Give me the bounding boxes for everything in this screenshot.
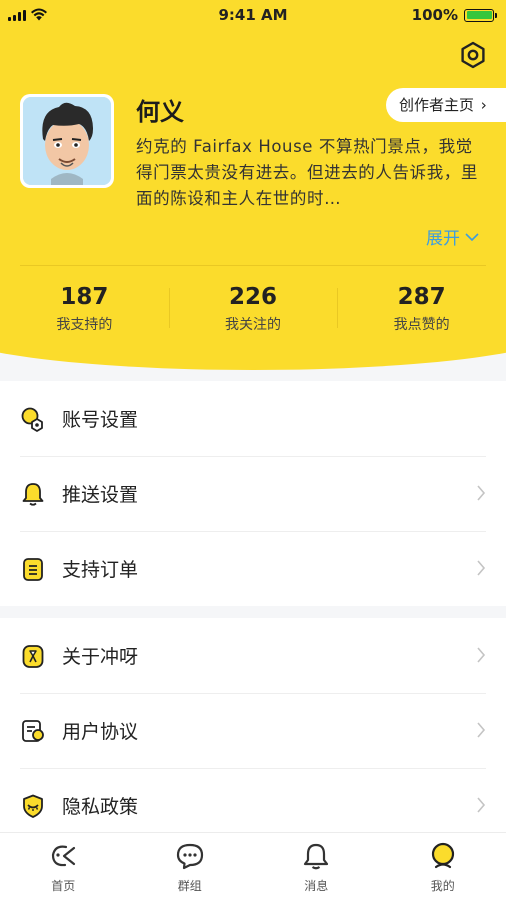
stats-row: 187 我支持的 226 我关注的 287 我点赞的 xyxy=(0,284,506,334)
menu-item-label: 关于冲呀 xyxy=(62,646,139,668)
menu-group-about: 关于冲呀 用户协议 隐私政策 xyxy=(0,618,506,843)
menu-item-label: 推送设置 xyxy=(62,484,139,506)
menu-item-account-settings[interactable]: 账号设置 xyxy=(0,381,506,456)
tab-messages[interactable]: 消息 xyxy=(253,833,380,900)
stat-following[interactable]: 226 我关注的 xyxy=(168,284,338,334)
stat-label: 我支持的 xyxy=(56,317,113,333)
menu-item-label: 用户协议 xyxy=(62,721,139,743)
tab-label: 我的 xyxy=(430,879,455,893)
stat-liked[interactable]: 287 我点赞的 xyxy=(337,284,506,334)
tab-home[interactable]: 首页 xyxy=(0,833,127,900)
chevron-right-icon xyxy=(477,797,486,813)
chevron-down-icon xyxy=(465,232,479,241)
about-icon xyxy=(22,644,44,668)
user-name: 何义 xyxy=(136,98,184,126)
menu-group-account: 账号设置 推送设置 支持订单 xyxy=(0,381,506,606)
tab-label: 群组 xyxy=(177,879,202,893)
bell-icon xyxy=(304,843,329,870)
tab-groups[interactable]: 群组 xyxy=(127,833,254,900)
agreement-icon xyxy=(22,719,44,742)
stat-value: 187 xyxy=(60,284,109,310)
stat-supported[interactable]: 187 我支持的 xyxy=(0,284,169,334)
menu-item-support-orders[interactable]: 支持订单 xyxy=(0,531,506,606)
avatar-image xyxy=(23,97,111,185)
chevron-right-icon xyxy=(477,722,486,738)
battery-icon xyxy=(464,8,497,22)
stat-value: 226 xyxy=(229,284,278,310)
stat-label: 我点赞的 xyxy=(393,317,450,333)
privacy-shield-icon xyxy=(23,794,43,818)
bell-icon xyxy=(22,482,44,506)
chat-bubble-icon xyxy=(176,843,203,870)
order-list-icon xyxy=(23,557,43,581)
expand-bio-button[interactable]: 展开 xyxy=(426,224,480,249)
menu-item-label: 账号设置 xyxy=(62,409,139,431)
creator-homepage-button[interactable]: 创作者主页 › xyxy=(386,88,506,122)
chevron-right-icon xyxy=(477,647,486,663)
menu-item-about[interactable]: 关于冲呀 xyxy=(0,618,506,693)
profile-header: 9:41 AM 100% 何义 创作者主页 › 约克的 Fairfax Hous… xyxy=(0,0,506,372)
stat-label: 我关注的 xyxy=(225,317,281,333)
battery-indicator: 100% xyxy=(411,6,497,24)
tab-label: 首页 xyxy=(51,879,76,893)
expand-label: 展开 xyxy=(426,229,460,249)
home-icon xyxy=(52,845,76,867)
menu-item-label: 支持订单 xyxy=(62,559,139,581)
account-settings-icon xyxy=(21,407,43,432)
menu-item-user-agreement[interactable]: 用户协议 xyxy=(0,693,506,768)
creator-homepage-label: 创作者主页 xyxy=(399,96,475,114)
avatar[interactable] xyxy=(20,94,114,188)
chevron-right-icon xyxy=(477,560,486,576)
menu-item-push-settings[interactable]: 推送设置 xyxy=(0,456,506,531)
stat-value: 287 xyxy=(397,284,446,310)
chevron-right-icon xyxy=(477,485,486,501)
menu-item-label: 隐私政策 xyxy=(62,796,139,818)
battery-percent: 100% xyxy=(411,6,458,24)
settings-gear-icon[interactable] xyxy=(458,40,488,70)
header-divider xyxy=(20,265,486,266)
status-bar: 9:41 AM 100% xyxy=(0,0,506,32)
profile-icon xyxy=(431,842,454,869)
tab-mine[interactable]: 我的 xyxy=(380,833,506,900)
user-bio: 约克的 Fairfax House 不算热门景点，我觉得门票太贵没有进去。但进去… xyxy=(136,137,478,208)
chevron-right-icon: › xyxy=(476,96,487,114)
tab-label: 消息 xyxy=(304,879,329,893)
tab-bar: 首页 群组 消息 我的 xyxy=(0,832,506,900)
